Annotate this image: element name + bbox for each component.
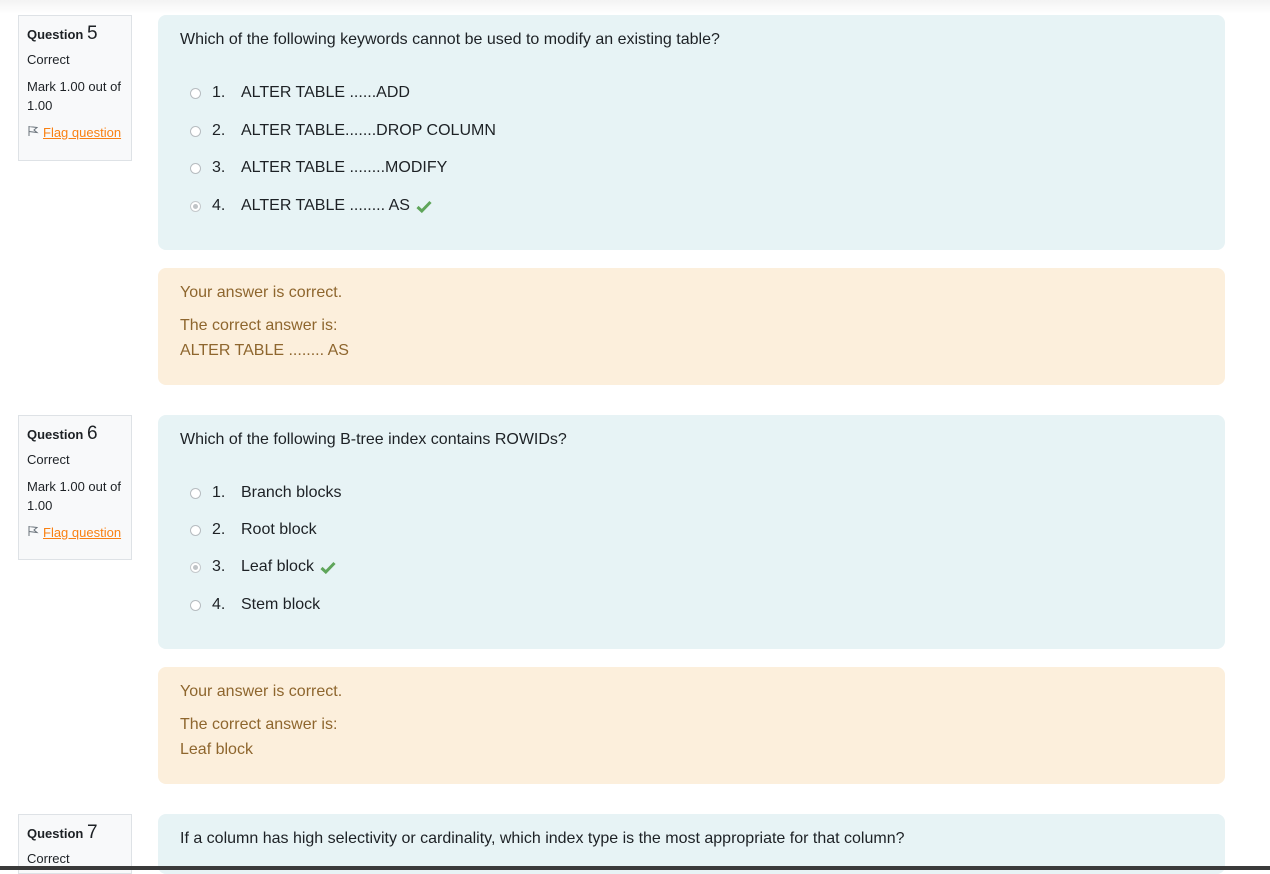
option-number: 1.	[212, 484, 226, 501]
feedback-correct-heading: The correct answer is:	[180, 317, 338, 334]
question-label: Question	[27, 27, 84, 42]
option-number: 3.	[212, 558, 226, 575]
answer-option-selected[interactable]: 4. ALTER TABLE ........ AS	[190, 196, 432, 216]
question-text: Which of the following B-tree index cont…	[180, 431, 567, 448]
question-formulation-5: Which of the following keywords cannot b…	[158, 15, 1225, 250]
answer-option-selected[interactable]: 3. Leaf block	[190, 557, 336, 577]
question-number-value: 6	[86, 423, 98, 444]
option-label: ALTER TABLE ......ADD	[241, 84, 410, 101]
option-number: 3.	[212, 159, 226, 176]
question-state: Correct	[27, 452, 70, 467]
flag-icon	[27, 523, 39, 542]
feedback-correct-heading: The correct answer is:	[180, 716, 338, 733]
flag-question-label: Flag question	[43, 525, 122, 540]
option-number: 4.	[212, 197, 226, 214]
answer-option[interactable]: 1. ALTER TABLE ......ADD	[190, 83, 410, 103]
question-text: If a column has high selectivity or card…	[180, 830, 905, 847]
flag-icon	[27, 123, 39, 142]
radio-button[interactable]	[190, 487, 201, 499]
answer-option[interactable]: 2. Root block	[190, 520, 317, 540]
flag-question-link[interactable]: Flag question	[27, 123, 123, 142]
flag-question-label: Flag question	[43, 125, 122, 140]
radio-button-checked[interactable]	[190, 200, 201, 212]
answer-option[interactable]: 2. ALTER TABLE.......DROP COLUMN	[190, 121, 496, 141]
question-text: Which of the following keywords cannot b…	[180, 31, 720, 48]
option-label: ALTER TABLE ........ AS	[241, 197, 410, 214]
feedback-correct-answer: ALTER TABLE ........ AS	[180, 342, 349, 359]
check-icon	[416, 200, 432, 213]
option-label: Branch blocks	[241, 484, 342, 501]
question-grade: Mark 1.00 out of 1.00	[27, 79, 121, 113]
option-label: ALTER TABLE ........MODIFY	[241, 159, 448, 176]
radio-button[interactable]	[190, 125, 201, 137]
window-bottom-edge	[0, 866, 1270, 870]
question-number: Question 5	[27, 24, 123, 44]
radio-button[interactable]	[190, 524, 201, 536]
radio-button[interactable]	[190, 162, 201, 174]
option-number: 4.	[212, 596, 226, 613]
radio-button[interactable]	[190, 599, 201, 611]
answer-option[interactable]: 3. ALTER TABLE ........MODIFY	[190, 158, 447, 178]
option-label: ALTER TABLE.......DROP COLUMN	[241, 122, 496, 139]
radio-button[interactable]	[190, 87, 201, 99]
answer-option[interactable]: 4. Stem block	[190, 595, 320, 615]
option-label: Stem block	[241, 596, 321, 613]
question-number: Question 6	[27, 424, 123, 444]
question-grade: Mark 1.00 out of 1.00	[27, 479, 121, 513]
question-info-5: Question 5 Correct Mark 1.00 out of 1.00…	[18, 15, 132, 161]
flag-question-link[interactable]: Flag question	[27, 523, 123, 542]
question-formulation-6: Which of the following B-tree index cont…	[158, 415, 1225, 649]
question-label: Question	[27, 826, 84, 841]
option-number: 2.	[212, 521, 226, 538]
option-label: Root block	[241, 521, 317, 538]
question-state: Correct	[27, 52, 70, 67]
feedback-result: Your answer is correct.	[180, 683, 343, 700]
question-formulation-7: If a column has high selectivity or card…	[158, 814, 1225, 874]
question-label: Question	[27, 427, 84, 442]
question-info-7: Question 7 Correct	[18, 814, 132, 874]
question-number: Question 7	[27, 823, 123, 843]
answer-option[interactable]: 1. Branch blocks	[190, 483, 342, 503]
question-info-6: Question 6 Correct Mark 1.00 out of 1.00…	[18, 415, 132, 560]
top-shadow	[0, 0, 1270, 14]
question-number-value: 7	[86, 822, 98, 843]
question-number-value: 5	[86, 23, 98, 44]
option-label: Leaf block	[241, 558, 314, 575]
feedback-correct-answer: Leaf block	[180, 741, 253, 758]
feedback-result: Your answer is correct.	[180, 284, 343, 301]
option-number: 2.	[212, 122, 226, 139]
option-number: 1.	[212, 84, 226, 101]
question-feedback-5: Your answer is correct. The correct answ…	[158, 268, 1225, 385]
check-icon	[320, 561, 336, 574]
question-feedback-6: Your answer is correct. The correct answ…	[158, 667, 1225, 784]
radio-button-checked[interactable]	[190, 561, 201, 573]
